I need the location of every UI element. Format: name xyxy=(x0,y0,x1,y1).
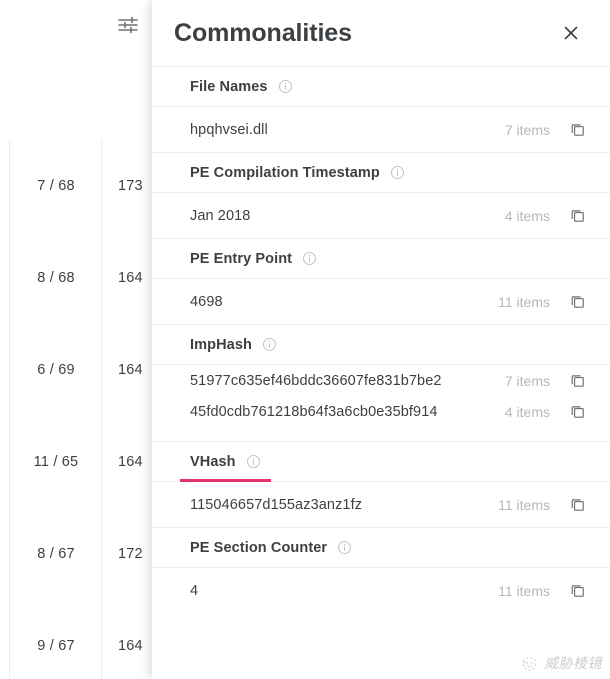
info-icon[interactable] xyxy=(246,454,261,469)
table-toolbar xyxy=(0,0,152,52)
items-count: 11 items xyxy=(498,582,550,599)
info-icon[interactable] xyxy=(278,79,293,94)
copy-icon[interactable] xyxy=(568,402,588,422)
copy-icon[interactable] xyxy=(568,206,588,226)
info-icon[interactable] xyxy=(302,251,317,266)
section-label: PE Entry Point xyxy=(190,250,293,267)
tune-icon[interactable] xyxy=(116,13,140,37)
copy-icon[interactable] xyxy=(568,581,588,601)
section-label: VHash xyxy=(190,453,236,470)
items-count: 7 items xyxy=(504,372,550,389)
value-text: 45fd0cdb761218b64f3a6cb0e35bf914 xyxy=(190,403,438,420)
info-icon[interactable] xyxy=(337,540,352,555)
items-count: 11 items xyxy=(498,496,550,513)
section-header-file-names[interactable]: File Names xyxy=(152,66,610,107)
section-header-pe-entry-point[interactable]: PE Entry Point xyxy=(152,238,610,279)
table-row[interactable]: 8 / 67 172 xyxy=(0,508,152,601)
table-header-row xyxy=(0,51,152,141)
value-row: 4698 11 items xyxy=(152,279,610,324)
copy-icon[interactable] xyxy=(568,292,588,312)
copy-icon[interactable] xyxy=(568,371,588,391)
size-cell: 172 xyxy=(101,508,152,600)
page-title: Commonalities xyxy=(174,18,352,47)
value-text: Jan 2018 xyxy=(190,207,251,224)
section-label: PE Section Counter xyxy=(190,539,328,556)
table-row[interactable]: 6 / 69 164 xyxy=(0,324,152,417)
items-count: 11 items xyxy=(498,293,550,310)
detection-ratio-cell: 8 / 68 xyxy=(9,232,102,324)
detection-ratio-cell: 9 / 67 xyxy=(9,600,102,679)
section-label: ImpHash xyxy=(190,336,252,353)
table-row[interactable]: 11 / 65 164 xyxy=(0,416,152,509)
value-text: 115046657d155az3anz1fz xyxy=(190,496,363,513)
detection-ratio-cell: 6 / 69 xyxy=(9,324,102,416)
value-row: Jan 2018 4 items xyxy=(152,193,610,238)
section-header-vhash[interactable]: VHash xyxy=(152,441,610,482)
value-text: 51977c635ef46bddc36607fe831b7be2 xyxy=(190,372,442,389)
info-icon[interactable] xyxy=(390,165,405,180)
commonalities-panel: Commonalities File Names hpqhvsei.dll 7 it… xyxy=(152,0,610,679)
copy-icon[interactable] xyxy=(568,495,588,515)
detection-ratio-cell: 7 / 68 xyxy=(9,140,102,232)
section-header-pe-section-counter[interactable]: PE Section Counter xyxy=(152,527,610,568)
info-icon[interactable] xyxy=(262,337,277,352)
items-count: 4 items xyxy=(504,207,550,224)
copy-icon[interactable] xyxy=(568,120,588,140)
value-row: 51977c635ef46bddc36607fe831b7be2 7 items xyxy=(152,365,610,396)
value-text: 4 xyxy=(190,582,199,599)
section-label: File Names xyxy=(190,78,268,95)
size-cell: 164 xyxy=(101,416,152,508)
detection-ratio-cell: 11 / 65 xyxy=(9,416,102,508)
table-row[interactable]: 9 / 67 164 xyxy=(0,600,152,679)
results-table: 7 / 68 173 8 / 68 164 6 / 69 164 11 / 65 164 8 /… xyxy=(0,0,152,679)
items-count: 4 items xyxy=(504,403,550,420)
panel-header: Commonalities xyxy=(152,0,610,66)
items-count: 7 items xyxy=(504,121,550,138)
size-cell: 164 xyxy=(101,600,152,679)
size-cell: 164 xyxy=(101,232,152,324)
section-label: PE Compilation Timestamp xyxy=(190,164,380,181)
table-row[interactable]: 8 / 68 164 xyxy=(0,232,152,325)
close-icon[interactable] xyxy=(556,18,586,48)
value-row: 45fd0cdb761218b64f3a6cb0e35bf914 4 items xyxy=(152,396,610,427)
size-cell: 173 xyxy=(101,140,152,232)
value-text: hpqhvsei.dll xyxy=(190,121,268,138)
value-row: 4 11 items xyxy=(152,568,610,613)
table-row[interactable]: 7 / 68 173 xyxy=(0,140,152,233)
detection-ratio-cell: 8 / 67 xyxy=(9,508,102,600)
value-row: 115046657d155az3anz1fz 11 items xyxy=(152,482,610,527)
section-header-pe-compilation-timestamp[interactable]: PE Compilation Timestamp xyxy=(152,152,610,193)
section-header-imphash[interactable]: ImpHash xyxy=(152,324,610,365)
value-row: hpqhvsei.dll 7 items xyxy=(152,107,610,152)
size-cell: 164 xyxy=(101,324,152,416)
value-text: 4698 xyxy=(190,293,223,310)
